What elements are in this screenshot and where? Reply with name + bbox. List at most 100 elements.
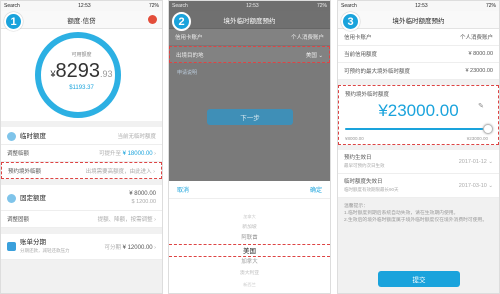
picker-option[interactable]: 新加坡: [169, 222, 330, 233]
adjust-label: 调整临额: [7, 151, 30, 157]
end-date-row[interactable]: 临时额度失效日 临时额度有效期限最长90天 2017-03-10 ⌄: [338, 174, 499, 198]
tips-block: 温馨提示： 1.临时额度到期后系统自动失效，请在生效期内使用。 2.生效后的境外…: [338, 198, 499, 229]
adjust-value: ¥ 18000.00: [122, 151, 153, 157]
dest-value: 美国: [305, 52, 317, 59]
max-limit-row: 可预约的最大境外临时额度 ¥ 23000.00: [338, 63, 499, 80]
battery-text: 72%: [148, 3, 159, 9]
page-title: 额度·信贷: [67, 17, 96, 25]
installment-row[interactable]: 账单分期 分期还款，减轻还款压力 可分期 ¥ 12000.00 ›: [1, 234, 162, 260]
confirm-button[interactable]: 确定: [310, 185, 322, 194]
edit-icon[interactable]: ✎: [478, 102, 484, 110]
page-title: 境外临时额度预约: [223, 17, 276, 25]
card-value: 个人消费账户: [459, 35, 493, 41]
end-sub: 临时额度有效期限最长90天: [344, 186, 399, 192]
slider-value: ¥23000.00: [378, 101, 459, 120]
max-label: 可预约的最大境外临时额度: [344, 69, 411, 75]
submit-button[interactable]: 提交: [378, 271, 460, 287]
stage: Search 12:53 72% ‹ 额度·信贷 可用额度 ¥8293.93 $…: [0, 0, 500, 294]
installment-sub: 分期还款，减轻还款压力: [20, 247, 70, 253]
step-badge-2: 2: [172, 12, 191, 31]
status-bar: Search 12:53 72%: [169, 1, 330, 11]
slider-fill: [345, 128, 488, 130]
temp-section-title: 临时额度: [20, 133, 46, 141]
status-bar: Search 12:53 72%: [338, 1, 499, 11]
chevron-down-icon: ⌄: [318, 52, 323, 59]
slider-track[interactable]: [345, 124, 493, 134]
abroad-temp-row[interactable]: 预约境外临额 出境需要高额度，由此进入 ›: [1, 162, 162, 179]
card-label: 信用卡账户: [344, 35, 372, 41]
picker-option[interactable]: 加拿大: [169, 257, 330, 268]
installment-title: 账单分期: [20, 238, 46, 246]
dest-label: 出境目的地: [176, 52, 204, 59]
country-picker-list[interactable]: 加拿大 新加坡 阿联酋 美国 加拿大 澳大利亚 新西兰: [169, 199, 330, 290]
limit-ring-panel: 可用额度 ¥8293.93 $1193.37: [1, 29, 162, 121]
application-note-link[interactable]: 申请说明: [169, 63, 330, 82]
picker-option[interactable]: 新西兰: [169, 279, 330, 290]
card-value: 个人消费账户: [290, 35, 324, 41]
picker-sheet: 取消 确定 加拿大 新加坡 阿联酋 美国 加拿大 澳大利亚 新西兰: [169, 181, 330, 293]
start-label: 预约生效日: [344, 154, 372, 161]
tip-1: 1.临时额度到期后系统自动失效，请在生效期内使用。: [344, 211, 459, 216]
amount-int: 8293: [55, 60, 101, 82]
battery-text: 72%: [316, 3, 327, 9]
current-label: 当前信用额度: [344, 52, 378, 58]
next-button[interactable]: 下一步: [207, 109, 293, 125]
picker-toolbar: 取消 确定: [169, 181, 330, 199]
fixed-limit-header: 固定额度 ¥ 8000.00 $ 1200.00: [1, 185, 162, 211]
bank-logo-icon: [148, 15, 157, 24]
temp-limit-slider-panel: 预约境外临时额度 ¥23000.00 ✎ ¥8000.00 ¥23000.00: [338, 85, 499, 145]
clock-icon: [7, 131, 16, 141]
picker-option[interactable]: 美国: [169, 244, 330, 257]
card-account-row: 信用卡账户 个人消费账户: [169, 29, 330, 46]
adjust-temp-row[interactable]: 调整临额 可提升至 ¥ 18000.00 ›: [1, 145, 162, 162]
carrier-text: Search: [341, 3, 357, 9]
picker-option[interactable]: 澳大利亚: [169, 268, 330, 279]
start-date-row[interactable]: 预约生效日 最早可预约次日生效 2017-01-12 ⌄: [338, 150, 499, 174]
card-account-row: 信用卡账户 个人消费账户: [338, 29, 499, 46]
fixed-limit-icon: [7, 193, 16, 203]
start-sub: 最早可预约次日生效: [344, 162, 385, 168]
installment-hint: 可分期: [104, 244, 122, 251]
nav-bar: ‹ 境外临时额度预约: [338, 11, 499, 29]
temp-limit-header: 临时额度 当前无临时额度: [1, 127, 162, 145]
destination-row[interactable]: 出境目的地 美国 ⌄: [169, 46, 330, 63]
card-label: 信用卡账户: [175, 35, 203, 41]
step-badge-1: 1: [4, 12, 23, 31]
adjust-hint: 可提升至: [99, 151, 122, 157]
amount-usd: $1193.37: [69, 85, 94, 91]
abroad-hint: 出境需要高额度，由此进入: [85, 168, 152, 175]
adjust-fixed-row[interactable]: 调整固额 提额、降额，按需调整 ›: [1, 211, 162, 228]
slider-range: ¥8000.00 ¥23000.00: [345, 136, 488, 141]
fixed-section-title: 固定额度: [20, 195, 46, 203]
note-link-text[interactable]: 申请说明: [177, 70, 197, 76]
fixed-adjust-hint: 提额、降额，按需调整: [97, 217, 153, 223]
card-icon: [7, 242, 16, 251]
chevron-down-icon: ⌄: [488, 182, 493, 189]
carrier-text: Search: [172, 3, 188, 9]
slider-max: ¥23000.00: [466, 136, 488, 141]
tip-2: 2.生效后的境外临时额度属于境外临时额度仅在境外消费时可使用。: [344, 218, 488, 223]
status-bar: Search 12:53 72%: [1, 1, 162, 11]
picker-option[interactable]: 加拿大: [169, 211, 330, 222]
step-badge-3: 3: [341, 12, 360, 31]
page-title: 境外临时额度预约: [392, 17, 445, 25]
slider-title: 预约境外临时额度: [345, 92, 390, 98]
battery-text: 72%: [485, 3, 496, 9]
cancel-button[interactable]: 取消: [177, 185, 189, 194]
dimmed-form: 信用卡账户 个人消费账户 出境目的地 美国 ⌄ 申请说明 下一步: [169, 29, 330, 181]
current-limit-row: 当前信用额度 ¥ 8000.00: [338, 46, 499, 63]
slider-thumb[interactable]: [483, 124, 493, 134]
picker-option[interactable]: 阿联酋: [169, 233, 330, 244]
start-value: 2017-01-12: [458, 158, 487, 165]
nav-bar: ‹ 额度·信贷: [1, 11, 162, 29]
chevron-down-icon: ⌄: [488, 158, 493, 165]
slider-min: ¥8000.00: [345, 136, 364, 141]
carrier-text: Search: [4, 3, 20, 9]
time-text: 12:53: [246, 3, 259, 9]
time-text: 12:53: [78, 3, 91, 9]
installment-value: ¥ 12000.00: [122, 244, 153, 251]
fixed-value: ¥ 8000.00: [129, 190, 156, 197]
tips-title: 温馨提示：: [344, 204, 368, 209]
time-text: 12:53: [415, 3, 428, 9]
end-label: 临时额度失效日: [344, 178, 383, 185]
